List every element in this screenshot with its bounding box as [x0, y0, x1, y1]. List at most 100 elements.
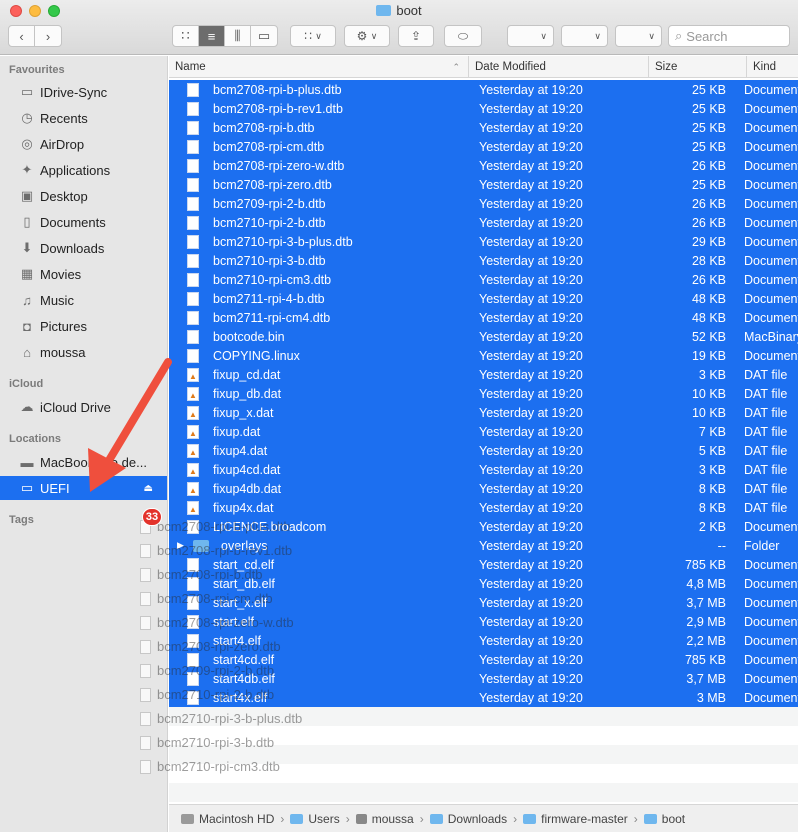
path-component[interactable]: boot — [643, 812, 685, 826]
column-view-button[interactable]: ⫼ — [225, 26, 251, 46]
sidebar-item-macbook-pro-de[interactable]: ▬ MacBook Pro de... — [0, 450, 167, 474]
cell-date-modified: Yesterday at 19:20 — [479, 557, 583, 572]
forward-button[interactable]: › — [35, 26, 61, 46]
path-component[interactable]: Downloads — [429, 812, 507, 826]
document-icon — [140, 759, 151, 774]
path-component[interactable]: firmware-master — [523, 812, 628, 826]
toolbar-dropdown-3[interactable]: ∨ — [615, 25, 662, 47]
drag-ghost-label: bcm2708-rpi-b.dtb — [157, 567, 263, 582]
file-name: fixup_db.dat — [213, 386, 282, 401]
dat-file-icon: ▲ — [187, 481, 199, 496]
edit-tags-button[interactable]: ⬭ — [444, 25, 482, 47]
cell-date-modified: Yesterday at 19:20 — [479, 462, 583, 477]
sidebar-item-desktop[interactable]: ▣ Desktop — [0, 184, 167, 208]
cell-date-modified: Yesterday at 19:20 — [479, 158, 583, 173]
group-button[interactable]: ∷ ∨ — [290, 25, 336, 47]
cell-size: -- — [717, 538, 726, 553]
back-button[interactable]: ‹ — [9, 26, 35, 46]
table-row[interactable]: bcm2708-rpi-zero-w.dtb Yesterday at 19:20… — [169, 156, 798, 175]
table-row[interactable]: COPYING.linux Yesterday at 19:20 19 KB Docu… — [169, 346, 798, 365]
document-icon — [140, 615, 151, 630]
table-row[interactable]: ▲ fixup.dat Yesterday at 19:20 7 KB DAT file — [169, 422, 798, 441]
cell-size: 28 KB — [691, 253, 726, 268]
column-header-kind[interactable]: Kind — [747, 56, 798, 78]
table-row[interactable]: bcm2708-rpi-zero.dtb Yesterday at 19:20 25… — [169, 175, 798, 194]
cell-name: ▲ fixup_cd.dat — [169, 367, 469, 382]
gallery-view-button[interactable]: ▭ — [251, 26, 277, 46]
sidebar-item-moussa[interactable]: ⌂ moussa — [0, 340, 167, 364]
cell-date-modified: Yesterday at 19:20 — [479, 652, 583, 667]
table-row[interactable]: bcm2710-rpi-2-b.dtb Yesterday at 19:20 26 … — [169, 213, 798, 232]
table-row[interactable]: bcm2711-rpi-4-b.dtb Yesterday at 19:20 48 … — [169, 289, 798, 308]
sidebar-item-airdrop[interactable]: ◎ AirDrop — [0, 132, 167, 156]
search-icon: ⌕ — [675, 28, 683, 43]
table-row[interactable]: ▲ fixup_x.dat Yesterday at 19:20 10 KB DAT f… — [169, 403, 798, 422]
cell-date-modified: Yesterday at 19:20 — [479, 481, 583, 496]
sidebar-item-downloads[interactable]: ⬇ Downloads — [0, 236, 167, 260]
drag-ghost-label: bcm2708-rpi-b-plus.dtb — [157, 519, 291, 534]
action-button[interactable]: ⚙ ∨ — [344, 25, 390, 47]
sidebar-item-documents[interactable]: ▯ Documents — [0, 210, 167, 234]
cell-name: bootcode.bin — [169, 329, 469, 344]
cell-name: bcm2710-rpi-3-b-plus.dtb — [169, 234, 469, 249]
table-row[interactable]: bootcode.bin Yesterday at 19:20 52 KB MacBi… — [169, 327, 798, 346]
column-header-name[interactable]: Name ⌃ — [169, 56, 469, 78]
sidebar-item-applications[interactable]: ✦ Applications — [0, 158, 167, 182]
eject-icon[interactable]: ⏏ — [144, 483, 153, 494]
sidebar-item-icloud-drive[interactable]: ☁ iCloud Drive — [0, 395, 167, 419]
table-row[interactable]: ▲ fixup4.dat Yesterday at 19:20 5 KB DAT fil… — [169, 441, 798, 460]
cell-date-modified: Yesterday at 19:20 — [479, 139, 583, 154]
table-row[interactable]: bcm2708-rpi-cm.dtb Yesterday at 19:20 25 K… — [169, 137, 798, 156]
table-row[interactable]: ▲ fixup4cd.dat Yesterday at 19:20 3 KB DAT f… — [169, 460, 798, 479]
sidebar-item-label: Recents — [40, 110, 88, 126]
column-header-size[interactable]: Size — [649, 56, 747, 78]
table-row[interactable]: bcm2708-rpi-b-plus.dtb Yesterday at 19:20… — [169, 80, 798, 99]
table-row[interactable]: ▲ fixup_db.dat Yesterday at 19:20 10 KB DAT … — [169, 384, 798, 403]
file-name: bcm2708-rpi-zero.dtb — [213, 177, 332, 192]
cell-kind: Document — [744, 519, 798, 534]
search-field[interactable]: ⌕ — [668, 25, 790, 47]
chevron-down-icon: ∨ — [648, 30, 655, 41]
table-row[interactable]: bcm2710-rpi-3-b-plus.dtb Yesterday at 19:… — [169, 232, 798, 251]
share-icon: ⇪ — [410, 29, 422, 43]
toolbar-dropdown-1[interactable]: ∨ — [507, 25, 554, 47]
icon-view-button[interactable]: ∷ — [173, 26, 199, 46]
file-name: fixup_x.dat — [213, 405, 274, 420]
sidebar-item-pictures[interactable]: ◘ Pictures — [0, 314, 167, 338]
table-row[interactable]: bcm2708-rpi-b.dtb Yesterday at 19:20 25 KB… — [169, 118, 798, 137]
download-icon: ⬇ — [21, 240, 33, 255]
table-row[interactable]: bcm2711-rpi-cm4.dtb Yesterday at 19:20 48 … — [169, 308, 798, 327]
cell-size: 25 KB — [691, 177, 726, 192]
file-name: bcm2711-rpi-4-b.dtb — [213, 291, 325, 306]
path-component[interactable]: Users — [290, 812, 340, 826]
table-row[interactable]: bcm2709-rpi-2-b.dtb Yesterday at 19:20 26 … — [169, 194, 798, 213]
path-component[interactable]: Macintosh HD — [181, 812, 274, 826]
path-separator-icon: › — [419, 811, 424, 826]
table-row[interactable]: ▲ fixup4x.dat Yesterday at 19:20 8 KB DAT fi… — [169, 498, 798, 517]
sidebar-item-music[interactable]: ♫ Music — [0, 288, 167, 312]
sidebar-item-recents[interactable]: ◷ Recents — [0, 106, 167, 130]
drag-ghost-label: bcm2710-rpi-3-b.dtb — [157, 735, 275, 750]
sidebar-item-movies[interactable]: ▦ Movies — [0, 262, 167, 286]
toolbar-dropdown-2[interactable]: ∨ — [561, 25, 608, 47]
table-row[interactable]: bcm2710-rpi-cm3.dtb Yesterday at 19:20 26 … — [169, 270, 798, 289]
sidebar-header-tags: Tags — [9, 514, 34, 526]
sidebar-item-uefi[interactable]: ▭ UEFI ⏏ — [0, 476, 167, 500]
path-component[interactable]: moussa — [355, 812, 414, 826]
cell-name: bcm2711-rpi-cm4.dtb — [169, 310, 469, 325]
cell-name: bcm2708-rpi-cm.dtb — [169, 139, 469, 154]
list-view-button[interactable]: ≡ — [199, 26, 225, 46]
cell-kind: Document — [744, 633, 798, 648]
table-row[interactable]: ▲ fixup4db.dat Yesterday at 19:20 8 KB DAT f… — [169, 479, 798, 498]
share-button[interactable]: ⇪ — [398, 25, 434, 47]
chevron-down-icon: ∨ — [540, 30, 547, 41]
search-input[interactable] — [686, 28, 777, 44]
sidebar-item-idrive-sync[interactable]: ▭ IDrive-Sync — [0, 80, 167, 104]
cell-name: bcm2710-rpi-2-b.dtb — [169, 215, 469, 230]
folder-icon — [429, 813, 443, 824]
table-row[interactable]: bcm2708-rpi-b-rev1.dtb Yesterday at 19:20… — [169, 99, 798, 118]
column-header-date[interactable]: Date Modified — [469, 56, 649, 78]
column-header-size-label: Size — [655, 61, 678, 73]
table-row[interactable]: bcm2710-rpi-3-b.dtb Yesterday at 19:20 28 … — [169, 251, 798, 270]
table-row[interactable]: ▲ fixup_cd.dat Yesterday at 19:20 3 KB DAT f… — [169, 365, 798, 384]
